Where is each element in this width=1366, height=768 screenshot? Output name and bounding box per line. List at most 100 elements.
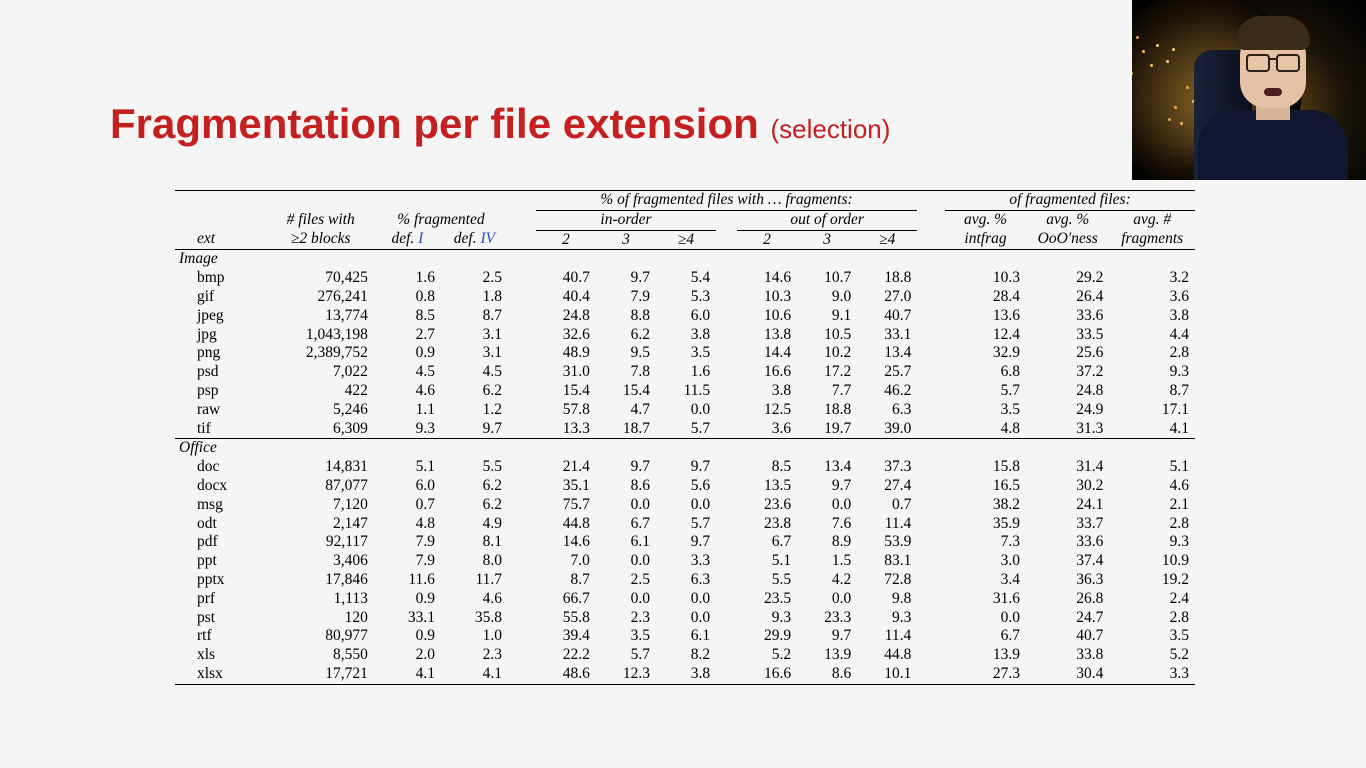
slide: Fragmentation per file extension (select… [0,0,1366,768]
cell-value: 9.3 [737,609,797,628]
cell-value: 4.9 [441,515,508,534]
cell-value: 35.9 [945,515,1026,534]
cell-value: 6.2 [441,477,508,496]
cell-ext: rtf [175,627,268,646]
cell-value: 8.0 [441,552,508,571]
slide-title: Fragmentation per file extension (select… [110,100,890,148]
cell-value: 4.1 [374,665,441,684]
cell-value: 7.9 [374,533,441,552]
cell-value: 5.1 [737,552,797,571]
cell-ext: xlsx [175,665,268,684]
cell-value: 5.7 [656,420,716,439]
hdr-ext: ext [175,230,268,250]
cell-value: 6.7 [596,515,656,534]
hdr-o2: 2 [737,230,797,250]
cell-value: 2.7 [374,326,441,345]
cell-value: 4.4 [1109,326,1195,345]
cell-value: 9.7 [797,477,857,496]
cell-ext: ppt [175,552,268,571]
cell-value: 9.3 [857,609,917,628]
cell-value: 3.1 [441,344,508,363]
cell-value: 0.7 [374,496,441,515]
cell-ext: jpg [175,326,268,345]
cell-value: 0.0 [596,496,656,515]
cell-value: 66.7 [536,590,596,609]
cell-value: 3.6 [737,420,797,439]
cell-value: 9.5 [596,344,656,363]
hdr-i4: ≥4 [656,230,716,250]
cell-value: 26.8 [1026,590,1109,609]
cell-value: 1.0 [441,627,508,646]
hdr-fragmented: % fragmented [374,210,508,230]
hdr-fragments: fragments [1109,230,1195,250]
fragmentation-table: % of fragmented files with … fragments: … [175,190,1195,685]
cell-value: 80,977 [268,627,374,646]
cell-value: 14.6 [536,533,596,552]
cell-value: 53.9 [857,533,917,552]
cell-value: 33.6 [1026,533,1109,552]
cell-value: 7.8 [596,363,656,382]
cell-value: 0.0 [797,496,857,515]
cell-ext: odt [175,515,268,534]
cell-value: 5.1 [374,458,441,477]
cell-value: 11.7 [441,571,508,590]
table-row: prf1,1130.94.666.70.00.023.50.09.831.626… [175,590,1195,609]
cell-value: 13.4 [797,458,857,477]
cell-value: 4.1 [1109,420,1195,439]
cell-value: 9.7 [596,458,656,477]
cell-value: 15.4 [596,382,656,401]
cell-value: 6.1 [596,533,656,552]
cell-value: 11.4 [857,627,917,646]
cell-value: 16.6 [737,665,797,684]
cell-value: 3,406 [268,552,374,571]
cell-value: 3.0 [945,552,1026,571]
cell-value: 0.0 [596,552,656,571]
cell-value: 15.8 [945,458,1026,477]
cell-value: 13.8 [737,326,797,345]
hdr-avgpct-2: avg. % [1026,210,1109,230]
cell-value: 0.0 [945,609,1026,628]
cell-value: 5.5 [441,458,508,477]
cell-value: 10.6 [737,307,797,326]
cell-value: 276,241 [268,288,374,307]
cell-value: 26.4 [1026,288,1109,307]
cell-value: 31.6 [945,590,1026,609]
cell-value: 6,309 [268,420,374,439]
cell-value: 8.7 [536,571,596,590]
cell-value: 18.8 [797,401,857,420]
cell-value: 10.1 [857,665,917,684]
cell-ext: raw [175,401,268,420]
cell-value: 7,022 [268,363,374,382]
hdr-i2: 2 [536,230,596,250]
cell-value: 55.8 [536,609,596,628]
table-row: xls8,5502.02.322.25.78.25.213.944.813.93… [175,646,1195,665]
cell-value: 18.7 [596,420,656,439]
table-row: raw5,2461.11.257.84.70.012.518.86.33.524… [175,401,1195,420]
cell-value: 5.4 [656,269,716,288]
table-row: bmp70,4251.62.540.79.75.414.610.718.810.… [175,269,1195,288]
presenter [1198,20,1348,180]
hdr-outorder: out of order [737,210,917,230]
cell-value: 10.9 [1109,552,1195,571]
cell-ext: psd [175,363,268,382]
cell-value: 12.3 [596,665,656,684]
cell-value: 23.5 [737,590,797,609]
hdr-offrag-super: of fragmented files: [945,191,1195,211]
cell-value: 17,846 [268,571,374,590]
cell-value: 0.0 [797,590,857,609]
cell-value: 9.3 [374,420,441,439]
cell-value: 7.7 [797,382,857,401]
cell-value: 0.0 [596,590,656,609]
hdr-avgnum: avg. # [1109,210,1195,230]
cell-value: 24.1 [1026,496,1109,515]
cell-value: 8.5 [737,458,797,477]
cell-value: 40.7 [1026,627,1109,646]
cell-value: 24.8 [536,307,596,326]
cell-value: 23.3 [797,609,857,628]
cell-value: 75.7 [536,496,596,515]
cell-value: 16.6 [737,363,797,382]
cell-value: 5.5 [737,571,797,590]
cell-value: 1.5 [797,552,857,571]
cell-value: 4.6 [441,590,508,609]
cell-value: 13.5 [737,477,797,496]
